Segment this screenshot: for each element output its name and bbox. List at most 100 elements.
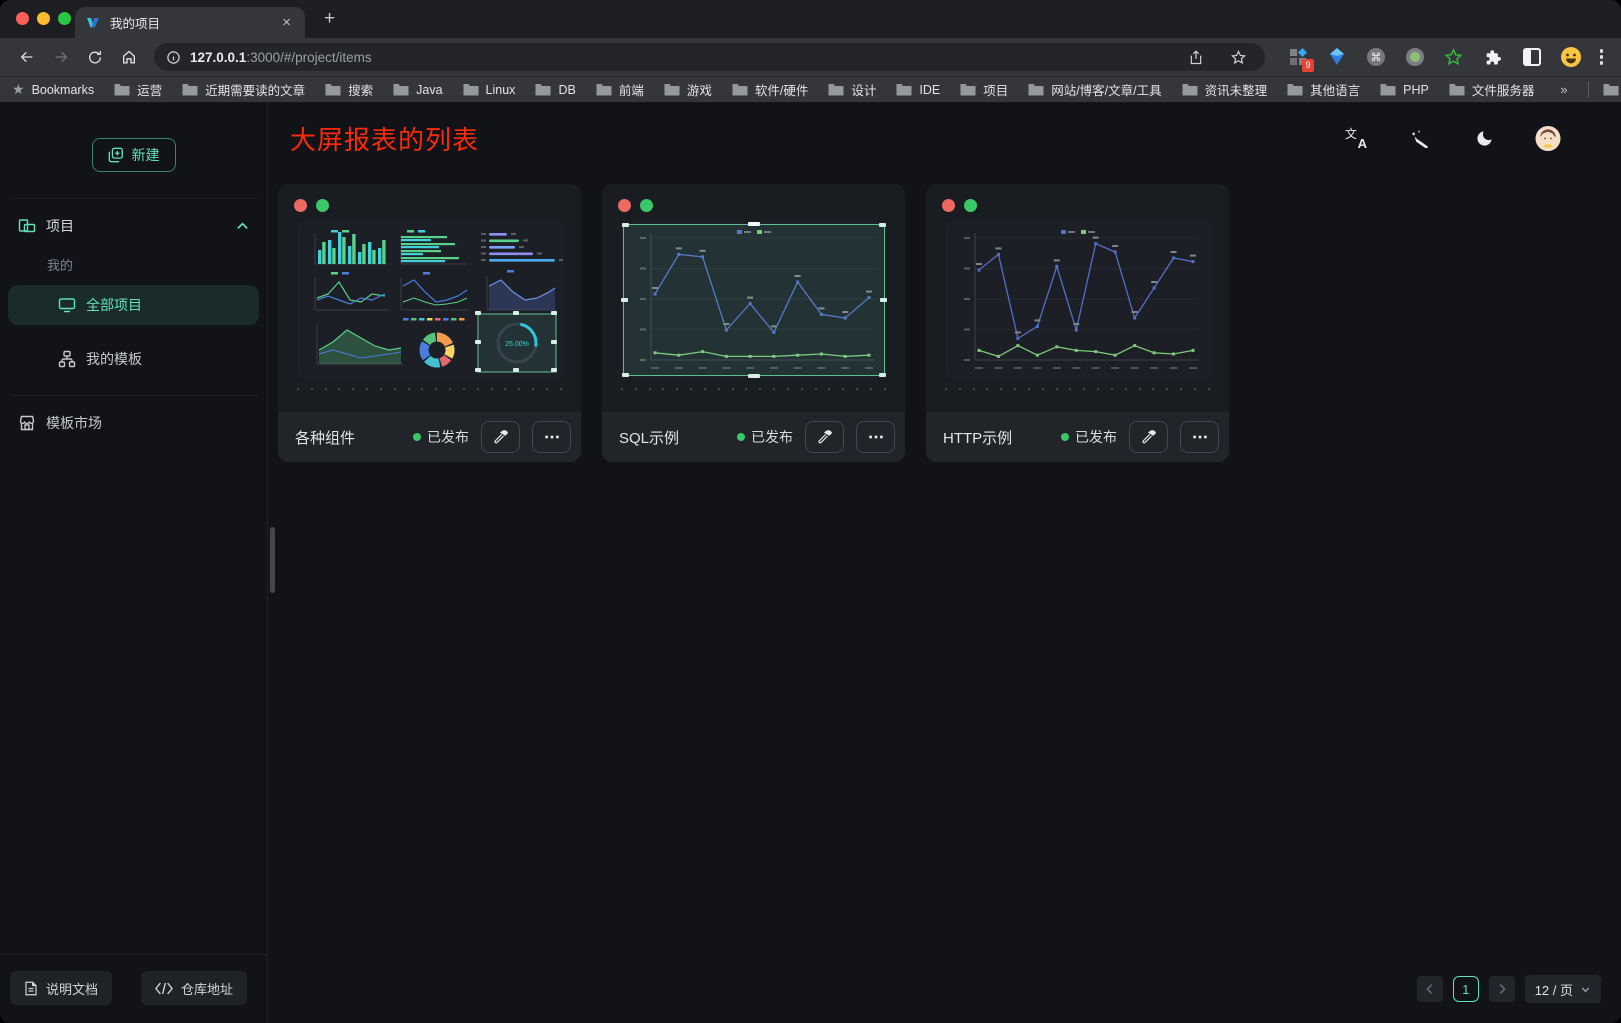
extension-grid-icon[interactable]: 9 [1287,46,1309,68]
folder-icon [596,83,612,96]
page-size-select[interactable]: 12 / 页 [1525,975,1601,1003]
selection-handle [879,223,886,227]
project-card[interactable]: SQL示例 已发布 [602,184,905,462]
profile-avatar-icon[interactable] [1560,46,1582,68]
page-number-button[interactable]: 1 [1453,976,1479,1002]
bookmark-folder[interactable]: 设计 [828,80,876,99]
browser-menu-icon[interactable] [1592,45,1612,69]
more-button[interactable] [532,421,571,453]
language-icon[interactable]: 文A [1343,125,1369,151]
page-title: 大屏报表的列表 [290,120,479,157]
home-icon[interactable] [115,43,143,71]
folder-icon [1287,83,1303,96]
user-avatar[interactable] [1535,125,1561,151]
selection-overlay [623,224,885,376]
extension-command-icon[interactable]: ⌘ [1365,46,1387,68]
traffic-lights [16,12,71,25]
sidebar-item-my-templates[interactable]: 我的模板 [8,339,259,379]
selection-handle [880,298,887,302]
new-project-button[interactable]: 新建 [92,138,176,172]
svg-text:25.00%: 25.00% [505,341,529,348]
chevron-up-icon[interactable] [236,220,249,233]
repo-button[interactable]: 仓库地址 [141,971,247,1005]
extension-badge: 9 [1302,59,1313,72]
folder-icon [960,83,976,96]
bookmark-folder[interactable]: 网站/博客/文章/工具 [1028,80,1161,99]
next-page-icon[interactable] [1489,976,1515,1002]
status-text: 已发布 [1075,427,1117,447]
extension-gem-icon[interactable] [1326,46,1348,68]
reload-icon[interactable] [81,43,109,71]
browser-window: 我的项目 × + 127.0.0.1:3000/#/project/items [0,0,1621,1023]
site-info-icon[interactable] [166,50,181,65]
edit-button[interactable] [1129,421,1168,453]
new-tab-button[interactable]: + [318,6,341,32]
bookmark-folder[interactable]: PHP [1380,83,1429,97]
bookmarks-bar: ★ Bookmarks 运营 近期需要读的文章 搜索 Java Linux DB 前端 游戏 软… [0,76,1621,102]
card-red-dot [942,199,955,212]
bookmark-folder[interactable]: IDE [896,83,940,97]
bookmark-folder[interactable]: 其他语言 [1287,80,1360,99]
bookmark-folder[interactable]: 运营 [114,80,162,99]
extensions-puzzle-icon[interactable] [1482,46,1504,68]
card-red-dot [618,199,631,212]
extension-star-icon[interactable] [1443,46,1465,68]
sidebar-item-template-market[interactable]: 模板市场 [0,400,267,446]
folder-icon [1603,83,1619,96]
forward-icon[interactable] [47,43,75,71]
share-icon[interactable] [1182,48,1210,67]
bookmark-folder[interactable]: 资讯未整理 [1182,80,1268,99]
bookmark-folder[interactable]: 项目 [960,80,1008,99]
selection-handle [748,374,760,378]
bookmarks-manager[interactable]: ★ Bookmarks [12,81,94,98]
monitor-icon [58,296,76,314]
dark-mode-moon-icon[interactable] [1471,125,1497,151]
back-icon[interactable] [13,43,41,71]
bookmark-folder[interactable]: DB [535,83,575,97]
close-window-button[interactable] [16,12,29,25]
publish-status: 已发布 [1061,427,1117,447]
prev-page-icon[interactable] [1417,976,1443,1002]
copy-plus-icon [108,147,124,163]
project-preview[interactable] [621,222,887,378]
more-button[interactable] [1180,421,1219,453]
project-card[interactable]: 25.00% 各种组件 已发布 [278,184,581,462]
sidebar-item-all-projects[interactable]: 全部项目 [8,285,259,325]
edit-button[interactable] [481,421,520,453]
bookmark-folder[interactable]: 前端 [596,80,644,99]
tab-strip: 我的项目 × + [0,0,1621,38]
extension-record-icon[interactable] [1404,46,1426,68]
close-tab-icon[interactable]: × [278,13,295,32]
side-panel-icon[interactable] [1521,46,1543,68]
card-green-dot [964,199,977,212]
magic-wand-icon[interactable] [1407,125,1433,151]
minimize-window-button[interactable] [37,12,50,25]
sidebar-section-project[interactable]: 项目 [0,203,267,249]
browser-tab[interactable]: 我的项目 × [75,7,305,38]
section-label: 项目 [46,216,74,236]
bookmark-folder[interactable]: 文件服务器 [1449,80,1535,99]
bookmark-folder[interactable]: 近期需要读的文章 [182,80,305,99]
project-preview[interactable] [945,222,1211,378]
project-preview[interactable]: 25.00% [297,222,563,378]
bookmark-folder[interactable]: 搜索 [325,80,373,99]
bookmark-folder[interactable]: Linux [463,83,516,97]
project-card[interactable]: HTTP示例 已发布 [926,184,1229,462]
more-button[interactable] [856,421,895,453]
bookmark-folder[interactable]: 软件/硬件 [732,80,808,99]
bookmark-star-icon[interactable] [1224,48,1253,67]
sidebar-divider [10,198,257,199]
docs-button[interactable]: 说明文档 [10,971,112,1005]
bookmarks-overflow-icon[interactable]: » [1554,81,1573,98]
bookmark-folder[interactable]: 游戏 [664,80,712,99]
edit-button[interactable] [805,421,844,453]
other-bookmarks-folder[interactable]: 其他书签 [1603,80,1621,99]
scrollbar-thumb[interactable] [270,527,275,593]
zoom-window-button[interactable] [58,12,71,25]
address-bar[interactable]: 127.0.0.1:3000/#/project/items [154,43,1265,71]
selection-handle [622,223,629,227]
folder-icon [535,83,551,96]
bookmark-folder[interactable]: Java [393,83,442,97]
url-text[interactable]: 127.0.0.1:3000/#/project/items [190,50,1168,65]
publish-status: 已发布 [737,427,793,447]
